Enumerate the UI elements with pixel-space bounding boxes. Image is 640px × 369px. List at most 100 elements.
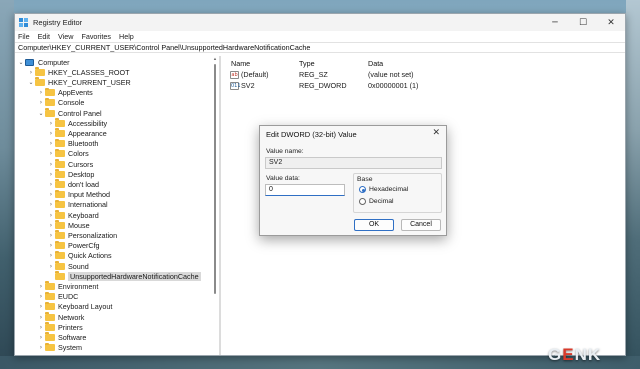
tree-item[interactable]: › Accessibility (47, 118, 107, 128)
chevron-down-icon[interactable]: ⌄ (17, 59, 25, 66)
tree-item[interactable]: › Cursors (47, 159, 93, 169)
chevron-right-icon[interactable]: › (37, 99, 45, 106)
chevron-right-icon[interactable]: › (47, 222, 55, 229)
value-type: REG_DWORD (299, 81, 347, 90)
tree-item[interactable]: › Keyboard Layout (37, 301, 112, 312)
tree-item[interactable]: › Printers (37, 322, 83, 332)
radio-unselected-icon[interactable] (359, 198, 366, 205)
tree-item[interactable]: › AppEvents (37, 87, 93, 98)
tree-item[interactable]: ⌄ Control Panel (37, 108, 102, 118)
chevron-right-icon[interactable]: › (47, 252, 55, 259)
menu-file[interactable]: File (18, 32, 30, 41)
tree-item-label: Control Panel (58, 108, 102, 118)
menu-help[interactable]: Help (119, 32, 134, 41)
tree-item-label: Bluetooth (68, 139, 99, 149)
folder-icon (45, 97, 55, 107)
chevron-right-icon[interactable]: › (47, 242, 55, 249)
tree-item[interactable]: › EUDC (37, 291, 79, 302)
chevron-right-icon[interactable]: › (47, 171, 55, 178)
decimal-radio[interactable]: Decimal (359, 198, 394, 205)
chevron-right-icon[interactable]: › (37, 303, 45, 310)
tree-item[interactable]: UnsupportedHardwareNotificationCache (47, 271, 201, 281)
menu-favorites[interactable]: Favorites (81, 32, 111, 41)
tree-item[interactable]: ⌄ HKEY_CURRENT_USER (27, 77, 131, 87)
chevron-right-icon[interactable]: › (37, 314, 45, 321)
tree-item-label: Printers (58, 322, 83, 332)
menu-edit[interactable]: Edit (38, 32, 50, 41)
tree-item-label: Desktop (68, 169, 95, 179)
chevron-right-icon[interactable]: › (27, 69, 35, 76)
chevron-right-icon[interactable]: › (47, 191, 55, 198)
column-type[interactable]: Type (299, 59, 315, 68)
chevron-right-icon[interactable]: › (37, 283, 45, 290)
tree-item[interactable]: › Appearance (47, 128, 107, 138)
tree-scrollbar[interactable]: ▲ (213, 56, 217, 353)
tree-item[interactable]: › Colors (47, 148, 89, 159)
chevron-right-icon[interactable]: › (47, 263, 55, 270)
tree-item-label: HKEY_CLASSES_ROOT (48, 67, 130, 77)
chevron-right-icon[interactable]: › (37, 334, 45, 341)
window-title: Registry Editor (33, 18, 83, 27)
chevron-right-icon[interactable]: › (47, 181, 55, 188)
value-data-input[interactable]: 0 (265, 184, 345, 196)
chevron-down-icon[interactable]: ⌄ (27, 79, 35, 86)
tree-item[interactable]: › System (37, 342, 82, 353)
address-bar[interactable]: Computer\HKEY_CURRENT_USER\Control Panel… (15, 42, 625, 53)
column-data[interactable]: Data (368, 59, 383, 68)
list-item[interactable]: ab (Default) REG_SZ (value not set) (225, 69, 625, 80)
list-item[interactable]: 011 SV2 REG_DWORD 0x00000001 (1) (225, 80, 625, 91)
base-group: Base Hexadecimal Decimal (353, 173, 442, 213)
hexadecimal-radio[interactable]: Hexadecimal (359, 186, 408, 193)
tree-item-label: EUDC (58, 292, 79, 302)
chevron-right-icon[interactable]: › (47, 201, 55, 208)
tree-item[interactable]: › Input Method (47, 189, 110, 200)
scrollbar-thumb[interactable] (214, 64, 216, 294)
tree-item[interactable]: › Console (37, 97, 84, 108)
tree-item-computer[interactable]: ⌄ Computer (17, 57, 69, 67)
chevron-right-icon[interactable]: › (37, 344, 45, 351)
column-name[interactable]: Name (231, 59, 250, 68)
tree-item[interactable]: › Environment (37, 281, 98, 291)
tree-item[interactable]: › Network (37, 312, 84, 322)
chevron-right-icon[interactable]: › (47, 150, 55, 157)
folder-icon (45, 108, 55, 117)
close-button[interactable]: ✕ (597, 14, 625, 31)
tree-item[interactable]: › Mouse (47, 220, 90, 230)
chevron-right-icon[interactable]: › (47, 212, 55, 219)
tree-item[interactable]: › HKEY_CLASSES_ROOT (27, 67, 130, 77)
ok-button[interactable]: OK (354, 219, 394, 231)
cancel-button[interactable]: Cancel (401, 219, 441, 231)
minimize-button[interactable]: ─ (541, 14, 569, 31)
chevron-down-icon[interactable]: ⌄ (37, 110, 45, 117)
tree-item[interactable]: › Quick Actions (47, 250, 112, 261)
pane-splitter[interactable] (219, 56, 221, 355)
scroll-up-icon[interactable]: ▲ (213, 56, 217, 61)
chevron-right-icon[interactable]: › (47, 161, 55, 168)
folder-icon (55, 148, 65, 158)
chevron-right-icon[interactable]: › (47, 232, 55, 239)
menu-view[interactable]: View (58, 32, 73, 41)
tree-item-label: Appearance (68, 128, 107, 138)
close-icon[interactable]: ✕ (432, 128, 440, 138)
chevron-right-icon[interactable]: › (47, 140, 55, 147)
tree-item[interactable]: › Desktop (47, 169, 94, 179)
tree-item[interactable]: › International (47, 199, 108, 210)
tree-item[interactable]: › don't load (47, 179, 99, 189)
tree-item-label: Keyboard (68, 210, 99, 220)
chevron-right-icon[interactable]: › (47, 130, 55, 137)
chevron-right-icon[interactable]: › (37, 293, 45, 300)
tree-item[interactable]: › PowerCfg (47, 240, 100, 251)
chevron-right-icon[interactable]: › (37, 324, 45, 331)
folder-icon (45, 291, 55, 301)
tree-item[interactable]: › Bluetooth (47, 138, 99, 149)
radio-selected-icon[interactable] (359, 186, 366, 193)
folder-icon (55, 261, 65, 270)
chevron-right-icon[interactable]: › (37, 89, 45, 96)
tree-item[interactable]: › Software (37, 332, 86, 342)
tree-item[interactable]: › Personalization (47, 230, 117, 240)
tree-item-label: System (58, 343, 82, 353)
tree-item[interactable]: › Sound (47, 261, 89, 271)
chevron-right-icon[interactable]: › (47, 120, 55, 127)
tree-item[interactable]: › Keyboard (47, 210, 99, 220)
maximize-button[interactable]: ☐ (569, 14, 597, 31)
